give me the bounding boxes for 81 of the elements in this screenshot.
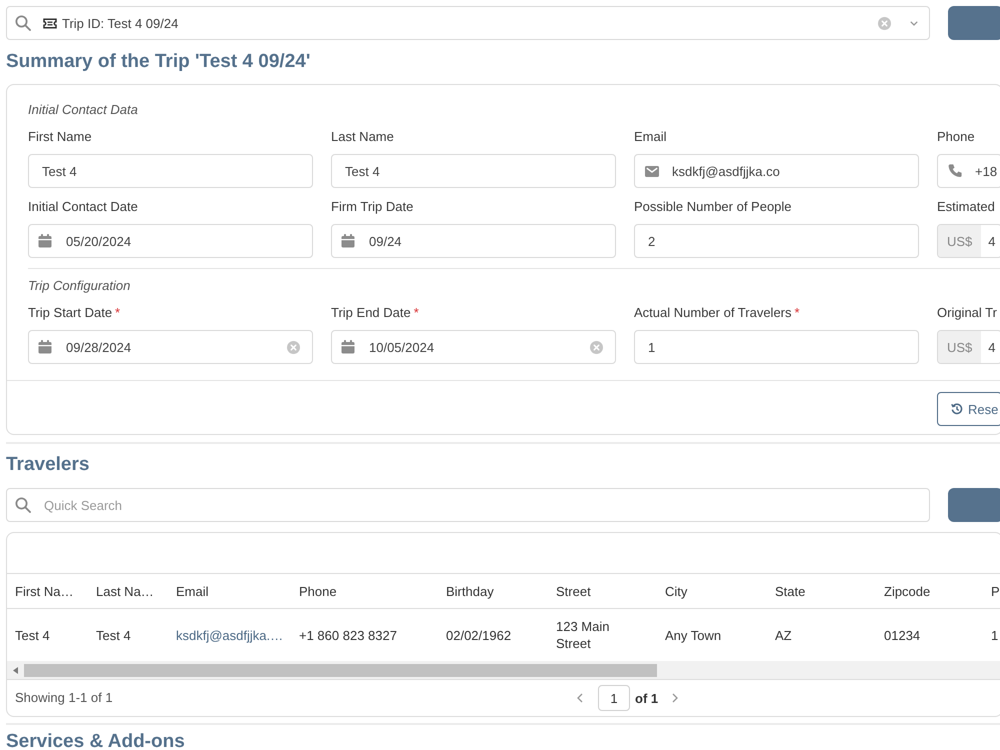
clear-icon[interactable] <box>878 16 891 30</box>
page-heading: Summary of the Trip 'Test 4 09/24' <box>6 51 312 73</box>
column-header[interactable]: Zipcode <box>876 574 983 608</box>
email-link[interactable]: ksdkfj@asdfjjka.… <box>176 626 284 644</box>
field-label: Trip End Date <box>331 305 411 320</box>
column-header[interactable]: Phone <box>291 574 438 608</box>
table-cell-text: Test 4 <box>95 626 132 644</box>
column-header[interactable]: State <box>767 574 876 608</box>
primary-button[interactable] <box>948 6 1000 40</box>
currency-field[interactable]: US$ 4 <box>937 224 1000 258</box>
required-asterisk: * <box>414 305 419 320</box>
phone-icon <box>948 164 962 178</box>
table-cell-text: 1 <box>990 626 1000 644</box>
section-heading: Travelers <box>6 454 90 476</box>
search-icon <box>15 15 31 31</box>
quick-search-field[interactable]: Quick Search <box>6 488 930 522</box>
required-asterisk: * <box>115 305 120 320</box>
required-asterisk: * <box>794 305 800 320</box>
ticket-icon <box>43 18 57 28</box>
field-label: Trip Start Date <box>28 305 112 320</box>
page-total: of 1 <box>635 690 658 706</box>
envelope-icon <box>645 166 659 176</box>
calendar-icon <box>341 234 355 248</box>
section-title: Initial Contact Data <box>28 102 139 118</box>
column-header[interactable]: City <box>657 574 767 608</box>
table-cell-text: 01234 <box>883 626 922 644</box>
table-cell-text: 123 Main Street <box>555 618 610 653</box>
field-label: Email <box>634 129 667 144</box>
chevron-down-icon[interactable] <box>910 20 918 26</box>
field-label: Initial Contact Date <box>28 199 138 214</box>
trip-select[interactable]: Trip ID: Test 4 09/24 <box>6 6 930 40</box>
chevron-left-icon[interactable] <box>577 693 583 703</box>
text-field[interactable]: Test 4 <box>331 154 616 188</box>
chevron-right-icon[interactable] <box>672 693 678 703</box>
field-label: Estimated <box>937 199 995 214</box>
field-label: Last Name <box>331 129 394 144</box>
currency-addon: US$ <box>938 225 982 257</box>
field-label: Original Tr <box>937 305 997 320</box>
currency-field[interactable]: US$ 4 <box>937 330 1000 364</box>
table-cell-text: +1 860 823 8327 <box>298 626 398 644</box>
primary-button[interactable] <box>948 488 1000 522</box>
column-header[interactable]: P <box>983 574 1000 608</box>
calendar-icon <box>38 234 52 248</box>
field-label: Firm Trip Date <box>331 199 414 214</box>
field-label: First Name <box>28 129 92 144</box>
showing-count: Showing 1-1 of 1 <box>15 690 113 705</box>
section-title: Trip Configuration <box>28 278 132 294</box>
calendar-icon <box>38 340 52 354</box>
horizontal-scrollbar[interactable] <box>7 661 1000 680</box>
text-field[interactable]: Test 4 <box>28 154 313 188</box>
reset-button[interactable]: Rese <box>937 392 1000 426</box>
section-heading: Services & Add-ons <box>6 731 186 750</box>
field-label: Phone <box>937 129 975 144</box>
text-field[interactable]: 1 <box>634 330 919 364</box>
scroll-left-arrow-icon[interactable] <box>13 666 18 674</box>
date-field[interactable]: 10/05/2024 <box>331 330 616 364</box>
phone-field[interactable]: +18 <box>937 154 1000 188</box>
column-header[interactable]: Email <box>168 574 291 608</box>
table-cell-text: Any Town <box>664 626 722 645</box>
email-field[interactable]: ksdkfj@asdfjjka.co <box>634 154 919 188</box>
text-field[interactable]: 2 <box>634 224 919 258</box>
date-field[interactable]: 09/24 <box>331 224 616 258</box>
scrollbar-thumb[interactable] <box>24 664 657 676</box>
date-field[interactable]: 09/28/2024 <box>28 330 313 364</box>
search-icon <box>15 497 31 513</box>
currency-addon: US$ <box>938 331 982 363</box>
table-cell-text: Test 4 <box>14 626 51 644</box>
table-cell-text: AZ <box>774 626 793 644</box>
column-header[interactable]: Street <box>548 574 657 608</box>
history-icon <box>951 403 963 415</box>
field-label: Possible Number of People <box>634 199 792 214</box>
calendar-icon <box>341 340 355 354</box>
column-header[interactable]: First Na… <box>7 574 88 608</box>
clear-icon[interactable] <box>287 340 300 354</box>
date-field[interactable]: 05/20/2024 <box>28 224 313 258</box>
clear-icon[interactable] <box>590 340 603 354</box>
column-header[interactable]: Last Na… <box>88 574 168 608</box>
column-header[interactable]: Birthday <box>438 574 548 608</box>
table-cell-text: 02/02/1962 <box>445 626 512 644</box>
page-field[interactable]: 1 <box>598 685 630 711</box>
field-label: Actual Number of Travelers <box>634 305 792 320</box>
